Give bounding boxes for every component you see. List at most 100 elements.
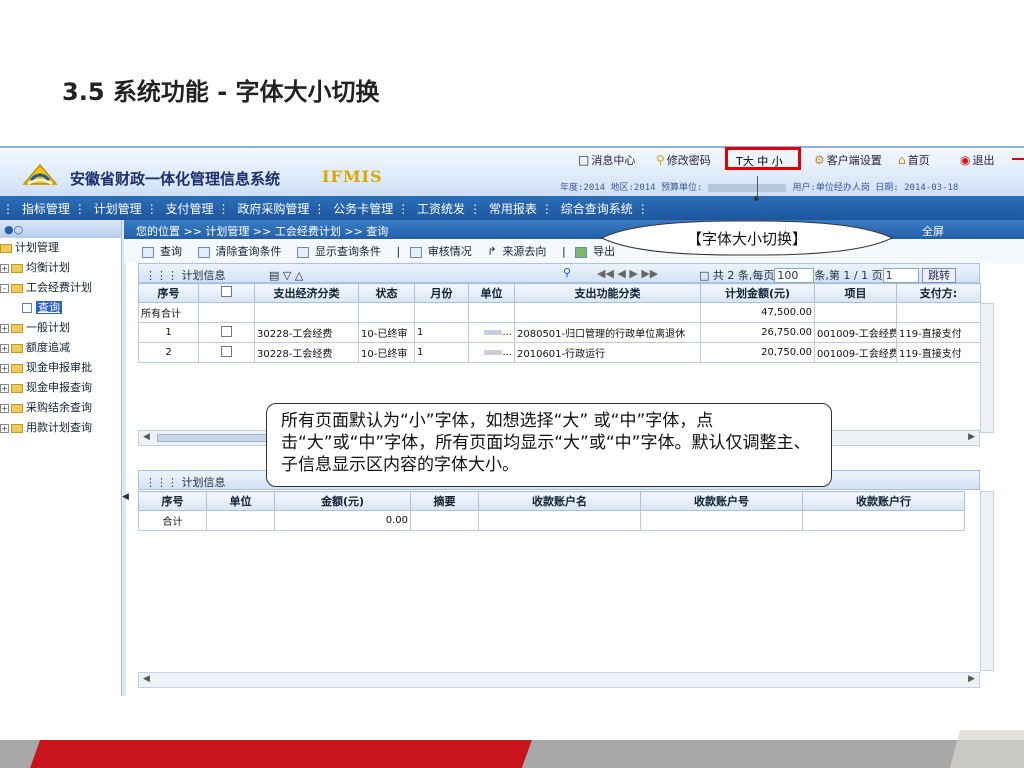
col-header[interactable]: 支出功能分类: [514, 283, 701, 303]
show-query-button[interactable]: 显示查询条件: [297, 245, 387, 258]
expand-icon[interactable]: +: [0, 363, 9, 373]
grip-icon: ⋮⋮⋮: [145, 476, 178, 489]
flow-icon: ↱: [487, 245, 497, 258]
expand-icon[interactable]: +: [0, 323, 9, 333]
col-header[interactable]: 状态: [358, 283, 415, 303]
expand-icon[interactable]: +: [0, 263, 9, 273]
menu-item-salary[interactable]: 工资统发: [417, 202, 465, 216]
lower-grid: 序号 单位 金额(元) 摘要 收款账户名 收款账户号 收款账户行 合计 0.00: [138, 491, 965, 531]
lower-vertical-scrollbar[interactable]: [980, 491, 994, 671]
tree-item-usage[interactable]: + 用款计划查询: [0, 418, 121, 438]
grid-view-icon[interactable]: ▤ ▽ △: [269, 269, 303, 282]
main-menu: ⋮ 指标管理 ⋮ 计划管理 ⋮ 支付管理 ⋮ 政府采购管理 ⋮ 公务卡管理 ⋮ 工资统发 ⋮…: [0, 196, 1024, 220]
clear-query-button[interactable]: 清除查询条件: [197, 245, 288, 258]
redacted-bar: [484, 349, 503, 355]
row-checkbox[interactable]: [221, 345, 232, 357]
upper-vertical-scrollbar[interactable]: [980, 303, 994, 433]
col-header[interactable]: 月份: [414, 283, 469, 303]
menu-item-procurement[interactable]: 政府采购管理: [237, 202, 309, 216]
upper-section-header: ⋮⋮⋮ 计划信息 ▤ ▽ △ ⚲ ◀◀ ◀ ▶ ▶▶ □ 共 2 条,每页 100…: [138, 263, 980, 283]
col-header[interactable]: 计划金额(元): [700, 283, 815, 303]
folder-icon: [11, 383, 23, 393]
col-header[interactable]: 收款账户名: [478, 491, 641, 511]
table-row[interactable]: 2 30228-工会经费 10-已终审 1 ... 2010601-行政运行 2…: [138, 342, 981, 363]
tree-item-balance[interactable]: + 均衡计划: [0, 258, 121, 278]
col-header[interactable]: 支出经济分类: [254, 283, 359, 303]
page-size-select[interactable]: 100: [774, 268, 815, 283]
menu-item-card[interactable]: 公务卡管理: [333, 202, 393, 216]
col-header[interactable]: 摘要: [410, 491, 479, 511]
lower-grid-header: 序号 单位 金额(元) 摘要 收款账户名 收款账户号 收款账户行: [138, 491, 965, 511]
callout-top-text: 【字体大小切换】: [686, 230, 807, 248]
tree-item-purchase[interactable]: + 采购结余查询: [0, 398, 121, 418]
cell-no: 2: [138, 342, 199, 363]
scroll-left-icon[interactable]: ◀: [143, 674, 150, 684]
table-row[interactable]: 1 30228-工会经费 10-已终审 1 ... 2080501-归口管理的行…: [138, 322, 981, 343]
select-all-checkbox[interactable]: [221, 286, 232, 297]
audit-button[interactable]: 审核情况: [409, 245, 478, 258]
menu-item-indicator[interactable]: 指标管理: [22, 202, 70, 216]
cell-checkbox[interactable]: [198, 322, 255, 343]
audit-icon: [409, 246, 422, 258]
expand-icon[interactable]: +: [0, 423, 9, 433]
col-header[interactable]: 收款账户行: [802, 491, 965, 511]
pager-nav[interactable]: ◀◀ ◀ ▶ ▶▶: [597, 267, 658, 280]
menu-item-reports[interactable]: 常用报表: [489, 202, 537, 216]
logo-icon: [22, 163, 58, 185]
col-header-checkbox[interactable]: [198, 283, 255, 303]
tree-item-general[interactable]: + 一般计划: [0, 318, 121, 338]
font-size-switch[interactable]: T大 中 小: [725, 147, 801, 170]
tree-item-union-fee[interactable]: - 工会经费计划: [0, 278, 121, 298]
fullscreen-button[interactable]: 全屏: [922, 223, 944, 239]
scroll-left-icon[interactable]: ◀: [143, 432, 150, 442]
scroll-right-icon[interactable]: ▶: [968, 674, 975, 684]
col-header[interactable]: 收款账户号: [640, 491, 803, 511]
expand-icon[interactable]: +: [0, 403, 9, 413]
col-header[interactable]: 支付方:: [896, 283, 981, 303]
page-input[interactable]: 1: [882, 268, 919, 283]
expand-icon[interactable]: +: [0, 343, 9, 353]
col-header[interactable]: 序号: [138, 283, 199, 303]
menu-separator: ⋮: [313, 202, 326, 216]
toolbar-separator: |: [396, 245, 401, 258]
menu-item-plan[interactable]: 计划管理: [94, 202, 142, 216]
source-label: 来源去向: [502, 245, 547, 258]
collapse-node-icon[interactable]: -: [0, 283, 9, 293]
header-banner: 安徽省财政一体化管理信息系统 IFMIS □ 消息中心 ⚲ 修改密码 ⚙ 客户端设置 …: [0, 146, 1024, 196]
toolbar-separator: |: [561, 245, 566, 258]
folder-icon: [11, 423, 23, 433]
lower-horizontal-scrollbar[interactable]: ◀ ▶: [138, 672, 980, 688]
tree-item-query[interactable]: 查询: [0, 298, 121, 318]
query-button[interactable]: 查询: [142, 245, 188, 258]
zoom-icon[interactable]: ⚲: [563, 266, 571, 279]
tree-root[interactable]: 计划管理: [0, 238, 121, 258]
client-label: 客户端设置: [826, 154, 882, 167]
change-password-link[interactable]: ⚲ 修改密码: [656, 152, 711, 168]
col-header[interactable]: 金额(元): [274, 491, 411, 511]
expand-icon[interactable]: +: [0, 383, 9, 393]
col-header[interactable]: 序号: [138, 491, 207, 511]
row-checkbox[interactable]: [221, 325, 232, 337]
col-header[interactable]: 单位: [468, 283, 515, 303]
menu-item-query[interactable]: 综合查询系统: [561, 202, 633, 216]
cell-status: 10-已终审: [358, 342, 415, 363]
home-link[interactable]: ⌂ 首页: [898, 152, 930, 168]
cell-project: 001009-工会经费: [814, 342, 897, 363]
source-button[interactable]: ↱ 来源去向: [487, 245, 552, 258]
cell-checkbox[interactable]: [198, 342, 255, 363]
collapse-icon[interactable]: ●○: [4, 223, 23, 236]
col-header[interactable]: 项目: [814, 283, 897, 303]
tree-item-cash-query[interactable]: + 现金申报查询: [0, 378, 121, 398]
tree-item-quota[interactable]: + 额度追减: [0, 338, 121, 358]
menu-item-payment[interactable]: 支付管理: [166, 202, 214, 216]
folder-icon: [11, 323, 23, 333]
logout-link[interactable]: ◉ 退出: [960, 152, 994, 168]
upper-grid: 序号 支出经济分类 状态 月份 单位 支出功能分类 计划金额(元) 项目 支付方…: [138, 283, 981, 363]
jump-button[interactable]: 跳转: [922, 268, 957, 283]
scroll-thumb[interactable]: [157, 434, 267, 442]
col-header[interactable]: 单位: [206, 491, 275, 511]
message-center-link[interactable]: □ 消息中心: [578, 152, 635, 168]
tree-item-cash-approve[interactable]: + 现金申报审批: [0, 358, 121, 378]
client-settings-link[interactable]: ⚙ 客户端设置: [814, 152, 882, 168]
scroll-right-icon[interactable]: ▶: [968, 432, 975, 442]
